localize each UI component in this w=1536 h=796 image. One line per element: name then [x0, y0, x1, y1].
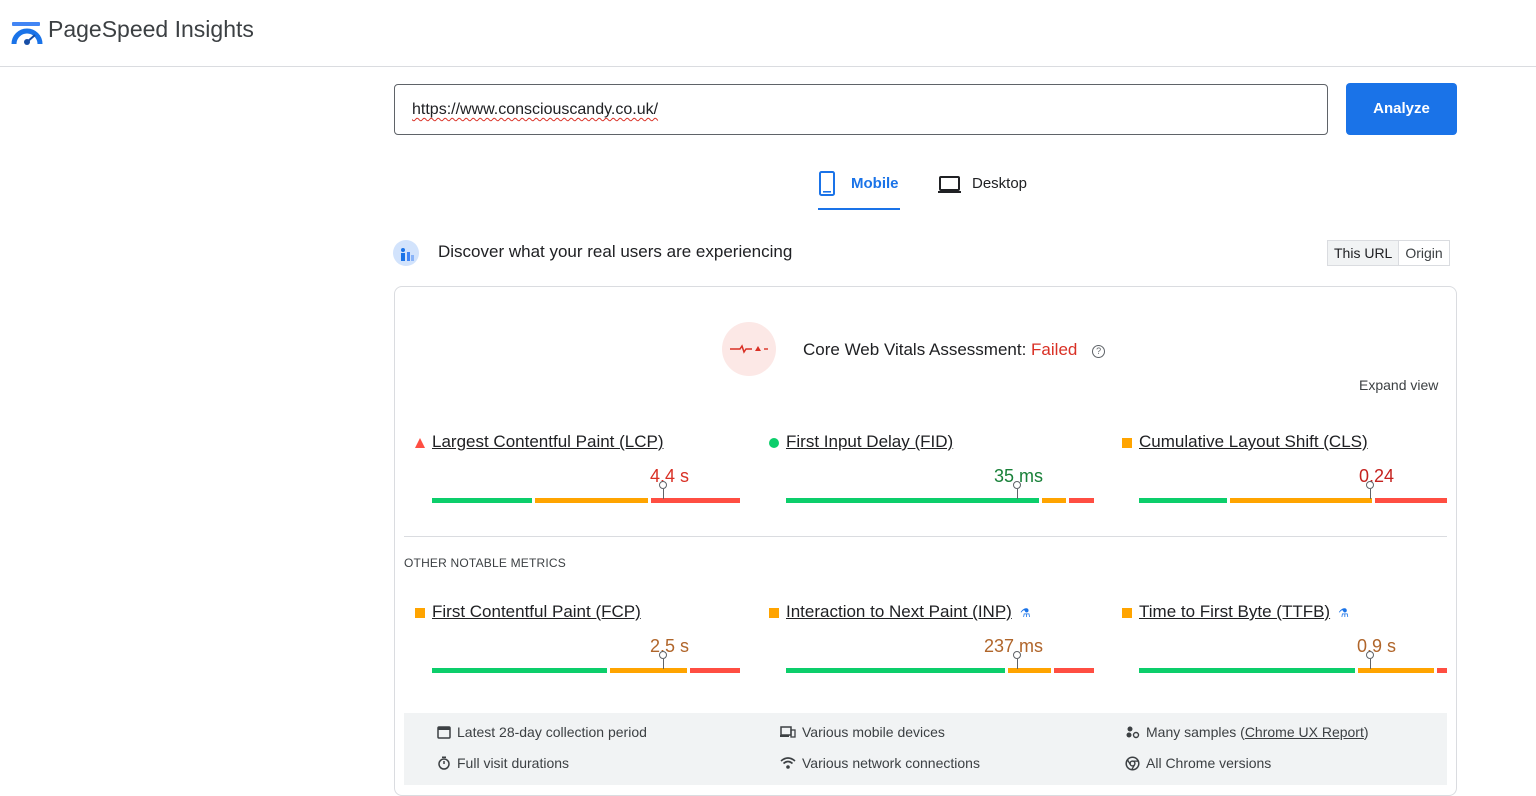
good-circle-icon	[769, 438, 779, 448]
metric-fcp-name[interactable]: First Contentful Paint (FCP)	[432, 602, 641, 622]
expand-view-button[interactable]: Expand view	[1359, 377, 1438, 393]
url-input[interactable]: https://www.consciouscandy.co.uk/	[394, 84, 1328, 135]
metric-inp-marker	[1013, 651, 1021, 669]
metric-inp: Interaction to Next Paint (INP) ⚗ 237 ms	[768, 602, 1098, 682]
average-square-icon	[1122, 608, 1132, 618]
metric-cls: Cumulative Layout Shift (CLS) 0.24	[1121, 432, 1451, 512]
field-data-icon	[393, 240, 419, 266]
footer-samples-close: )	[1363, 724, 1369, 740]
help-icon[interactable]: ?	[1092, 345, 1106, 358]
metric-cls-name[interactable]: Cumulative Layout Shift (CLS)	[1139, 432, 1368, 452]
url-origin-toggle: This URL Origin	[1327, 240, 1450, 266]
chrome-icon	[1125, 756, 1140, 771]
experimental-flask-icon: ⚗	[1019, 606, 1031, 620]
average-square-icon	[1122, 438, 1132, 448]
metric-fcp-marker	[659, 651, 667, 669]
chrome-ux-report-link[interactable]: Chrome UX Report	[1245, 724, 1364, 740]
pagespeed-logo-icon[interactable]	[10, 20, 44, 46]
laptop-icon	[938, 176, 961, 193]
metric-fid-marker	[1013, 481, 1021, 499]
cwv-status: Failed	[1031, 340, 1078, 359]
wifi-icon	[780, 757, 796, 769]
metric-ttfb-name[interactable]: Time to First Byte (TTFB) ⚗	[1139, 602, 1349, 622]
metric-fid-name[interactable]: First Input Delay (FID)	[786, 432, 953, 452]
tab-desktop-label: Desktop	[972, 175, 1028, 192]
field-data-heading: Discover what your real users are experi…	[438, 242, 793, 261]
cwv-assessment: Core Web Vitals Assessment: Failed ?	[803, 340, 1106, 360]
metric-fcp-distribution-bar	[432, 668, 740, 673]
metric-lcp-distribution-bar	[432, 498, 740, 503]
metric-lcp: Largest Contentful Paint (LCP) 4.4 s	[414, 432, 744, 512]
metric-ttfb: Time to First Byte (TTFB) ⚗ 0.9 s	[1121, 602, 1451, 682]
devices-icon	[780, 726, 796, 738]
section-divider	[404, 536, 1447, 537]
stopwatch-icon	[438, 756, 450, 770]
footer-samples-text: Many samples (Chrome UX Report)	[1146, 724, 1369, 740]
toggle-this-url[interactable]: This URL	[1328, 241, 1399, 265]
metric-cls-value: 0.24	[1358, 466, 1394, 486]
metric-lcp-value: 4.4 s	[649, 466, 689, 486]
brand-name[interactable]: PageSpeed Insights	[48, 16, 254, 43]
metric-lcp-marker	[659, 481, 667, 499]
footer-samples-label: Many samples (	[1146, 724, 1245, 740]
metric-ttfb-label: Time to First Byte (TTFB)	[1139, 602, 1331, 621]
footer-visit-durations-text: Full visit durations	[457, 755, 570, 771]
metric-inp-name[interactable]: Interaction to Next Paint (INP) ⚗	[786, 602, 1031, 622]
footer-chrome-versions-text: All Chrome versions	[1146, 755, 1272, 771]
cwv-assessment-label: Core Web Vitals Assessment:	[803, 340, 1027, 359]
metric-inp-distribution-bar	[786, 668, 1094, 673]
metric-lcp-name[interactable]: Largest Contentful Paint (LCP)	[432, 432, 664, 452]
footer-network-text: Various network connections	[802, 755, 980, 771]
average-square-icon	[769, 608, 779, 618]
metric-ttfb-distribution-bar	[1139, 668, 1447, 673]
metric-inp-label: Interaction to Next Paint (INP)	[786, 602, 1012, 621]
top-bar: PageSpeed Insights	[0, 0, 1536, 67]
tab-mobile-label: Mobile	[851, 175, 899, 192]
metric-fcp: First Contentful Paint (FCP) 2.5 s	[414, 602, 744, 682]
calendar-icon	[437, 726, 451, 739]
smartphone-icon	[819, 171, 835, 196]
metric-fid: First Input Delay (FID) 35 ms	[768, 432, 1098, 512]
experimental-flask-icon: ⚗	[1338, 606, 1349, 620]
footer-collection-period-text: Latest 28-day collection period	[457, 724, 647, 740]
metric-cls-marker	[1366, 481, 1374, 499]
cwv-failed-icon	[722, 322, 776, 376]
metric-ttfb-marker	[1366, 651, 1374, 669]
metric-fcp-value: 2.5 s	[649, 636, 689, 656]
footer-devices-text: Various mobile devices	[802, 724, 945, 740]
metric-cls-distribution-bar	[1139, 498, 1447, 503]
metric-fid-distribution-bar	[786, 498, 1094, 503]
other-metrics-heading: OTHER NOTABLE METRICS	[404, 556, 566, 570]
url-input-value: https://www.consciouscandy.co.uk/	[412, 101, 659, 118]
metric-ttfb-value: 0.9 s	[1356, 636, 1396, 656]
poor-triangle-icon	[415, 438, 425, 448]
toggle-origin[interactable]: Origin	[1398, 241, 1448, 265]
analyze-button[interactable]: Analyze	[1346, 83, 1457, 135]
active-tab-indicator	[818, 208, 900, 210]
samples-icon	[1126, 726, 1140, 739]
average-square-icon	[415, 608, 425, 618]
